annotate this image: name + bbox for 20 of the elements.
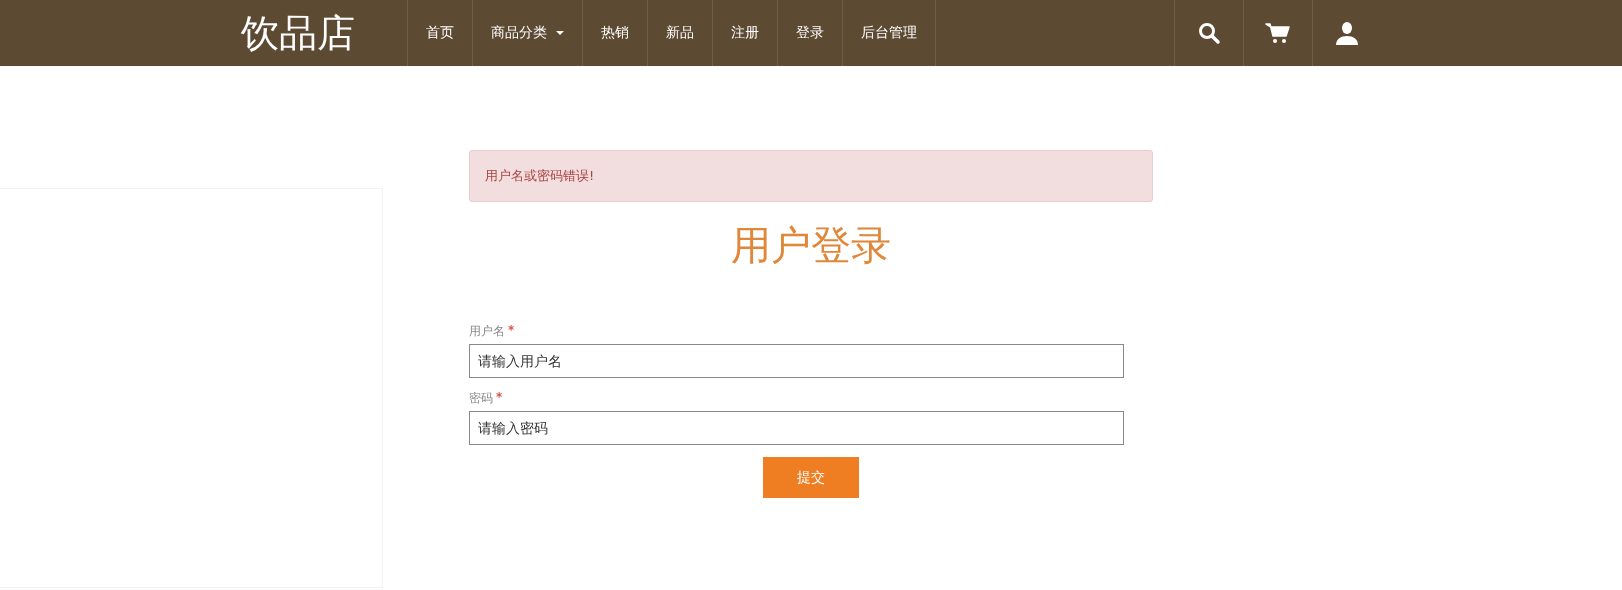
required-mark: * bbox=[496, 390, 503, 406]
nav-link[interactable]: 后台管理 bbox=[842, 0, 936, 66]
nav-link[interactable]: 新品 bbox=[647, 0, 712, 66]
input-field[interactable]: 请输入用户名 bbox=[469, 344, 1124, 378]
error-alert: 用户名或密码错误! bbox=[469, 150, 1153, 202]
cart-icon bbox=[1265, 21, 1291, 45]
caret-icon bbox=[556, 31, 564, 35]
field-label: 用户名 bbox=[469, 323, 505, 340]
nav-link[interactable]: 首页 bbox=[407, 0, 472, 66]
nav-link[interactable]: 登录 bbox=[777, 0, 842, 66]
field-label: 密码 bbox=[469, 390, 493, 407]
input-field[interactable]: 请输入密码 bbox=[469, 411, 1124, 445]
user-icon bbox=[1334, 21, 1360, 45]
search-icon bbox=[1197, 21, 1221, 45]
brand-logo[interactable]: 饮品店 bbox=[241, 0, 407, 66]
nav-link[interactable]: 商品分类 bbox=[472, 0, 582, 66]
nav-link[interactable]: 热销 bbox=[582, 0, 647, 66]
nav-link[interactable]: 注册 bbox=[712, 0, 777, 66]
required-mark: * bbox=[508, 323, 515, 339]
page-title: 用户登录 bbox=[730, 221, 892, 270]
